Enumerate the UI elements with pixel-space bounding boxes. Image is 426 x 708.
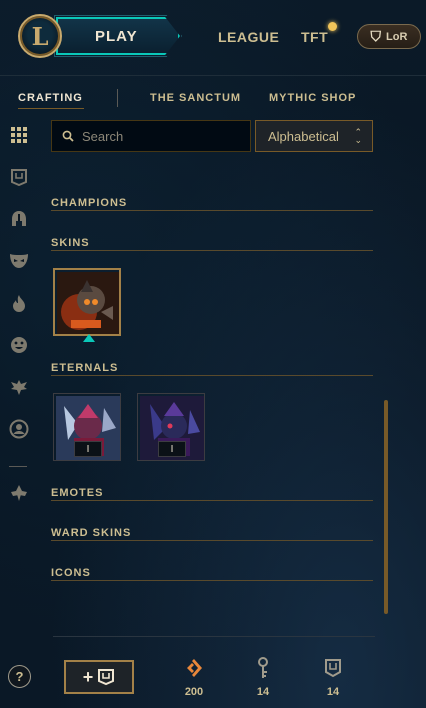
tab-divider [117, 89, 118, 107]
help-button[interactable]: ? [8, 665, 31, 688]
tab-the-sanctum[interactable]: THE SANCTUM [150, 92, 241, 104]
category-label: ETERNALS [51, 362, 119, 374]
notification-dot-icon [328, 22, 337, 31]
sort-selected-value: Alphabetical [268, 128, 339, 144]
nav-tft[interactable]: TFT [301, 29, 328, 45]
category-champions[interactable]: CHAMPIONS [51, 193, 373, 211]
key-icon [243, 656, 283, 680]
upgrade-triangle-icon [83, 334, 95, 342]
eternal-tier-badge: I [74, 441, 102, 457]
all-items-grid-icon[interactable] [8, 124, 30, 146]
sort-chevron-icon: ⌃ ⌄ [354, 127, 362, 145]
category-skins[interactable]: SKINS [51, 233, 373, 251]
league-logo-icon[interactable]: L [18, 14, 62, 58]
lor-button[interactable]: ⛉ LoR [357, 24, 421, 49]
add-chest-button[interactable]: + [64, 660, 134, 694]
nav-league[interactable]: LEAGUE [218, 29, 279, 45]
loot-tabs: CRAFTING THE SANCTUM MYTHIC SHOP [0, 86, 426, 112]
category-icons[interactable]: ICONS [51, 563, 373, 581]
eternal-tier-badge: I [158, 441, 186, 457]
category-emotes[interactable]: EMOTES [51, 483, 373, 501]
chest-icon [313, 656, 353, 680]
play-button[interactable]: PLAY [56, 17, 180, 55]
help-label: ? [15, 669, 24, 684]
rail-divider [9, 466, 27, 467]
materials-icon[interactable] [8, 482, 30, 504]
skin-shard-art [57, 272, 119, 334]
lor-label: LoR [386, 30, 408, 43]
skin-shard-tile[interactable] [53, 268, 121, 342]
category-ward-skins[interactable]: WARD SKINS [51, 523, 373, 541]
champion-helmet-icon[interactable] [8, 208, 30, 230]
eternal-tile[interactable]: I [137, 393, 205, 461]
lor-logo-icon: ⛉ [370, 28, 382, 45]
top-bar: PLAY L LEAGUE TFT ⛉ LoR [0, 0, 426, 76]
orange-essence-icon [174, 656, 214, 680]
category-label: CHAMPIONS [51, 197, 128, 209]
active-tab-underline [18, 108, 84, 109]
plus-icon: + [82, 666, 94, 687]
chest-value: 14 [326, 686, 340, 698]
category-label: WARD SKINS [51, 527, 132, 539]
chest-icon [98, 669, 115, 686]
category-label: EMOTES [51, 487, 104, 499]
footer-divider [53, 636, 375, 637]
key-value: 14 [256, 686, 270, 698]
search-input[interactable] [82, 128, 242, 144]
sort-dropdown[interactable]: Alphabetical ⌃ ⌄ [255, 120, 373, 152]
category-label: SKINS [51, 237, 90, 249]
tab-mythic-shop[interactable]: MYTHIC SHOP [269, 92, 356, 104]
summoner-icon-filter-icon[interactable] [8, 418, 30, 440]
eternals-flame-icon[interactable] [8, 292, 30, 314]
category-eternals[interactable]: ETERNALS [51, 358, 373, 376]
skin-mask-icon[interactable] [8, 250, 30, 272]
category-label: ICONS [51, 567, 91, 579]
play-label: PLAY [95, 27, 138, 45]
search-field[interactable] [51, 120, 251, 152]
scrollbar-thumb[interactable] [384, 400, 388, 614]
chest-filter-icon[interactable] [8, 166, 30, 188]
key-counter: 14 [243, 656, 283, 698]
ward-skin-icon[interactable] [8, 376, 30, 398]
eternal-tile[interactable]: I [53, 393, 121, 461]
orange-essence-value: 200 [184, 686, 204, 698]
tab-crafting[interactable]: CRAFTING [18, 92, 83, 104]
emote-face-icon[interactable] [8, 334, 30, 356]
orange-essence-counter: 200 [174, 656, 214, 698]
search-icon [62, 130, 74, 142]
chest-counter: 14 [313, 656, 353, 698]
